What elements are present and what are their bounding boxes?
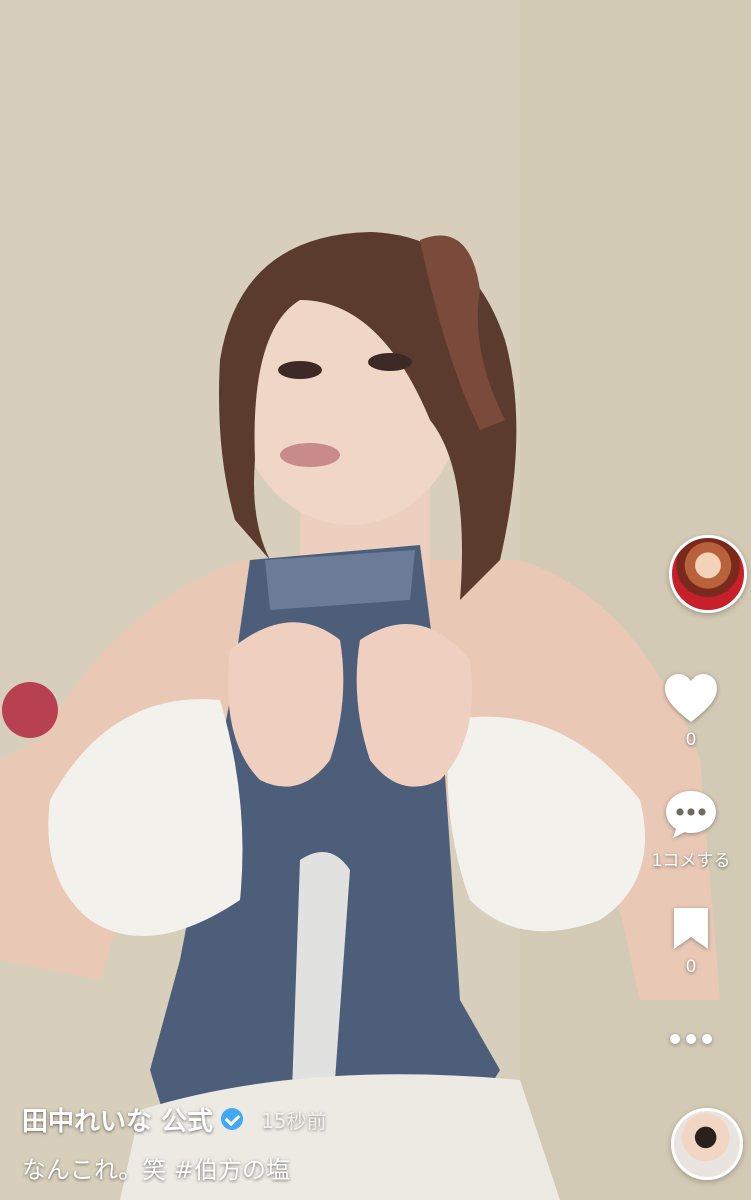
more-button[interactable] — [631, 1032, 751, 1046]
author-row: 田中れいな 公式 15秒前 — [22, 1100, 622, 1138]
bookmark-icon — [674, 908, 708, 949]
comment-label: 1コメする — [651, 851, 731, 871]
caption-text[interactable]: なんこれ。笑 #伯方の塩 — [22, 1150, 622, 1185]
creator-avatar[interactable] — [669, 535, 747, 613]
like-count: 0 — [685, 730, 697, 750]
speech-bubble-icon — [666, 791, 716, 838]
verified-badge-icon — [221, 1108, 244, 1130]
sound-disc[interactable] — [671, 1108, 743, 1180]
comment-button[interactable]: 1コメする — [631, 788, 751, 871]
post-caption: 田中れいな 公式 15秒前 なんこれ。笑 #伯方の塩 — [22, 1100, 622, 1185]
save-count: 0 — [685, 957, 697, 977]
heart-icon — [665, 674, 717, 722]
save-button[interactable]: 0 — [631, 905, 751, 977]
ellipsis-icon — [670, 1034, 712, 1044]
username[interactable]: 田中れいな 公式 — [22, 1101, 213, 1138]
action-rail: 0 1コメする 0 — [631, 0, 751, 1200]
like-button[interactable]: 0 — [631, 672, 751, 750]
post-time: 15秒前 — [261, 1108, 327, 1133]
